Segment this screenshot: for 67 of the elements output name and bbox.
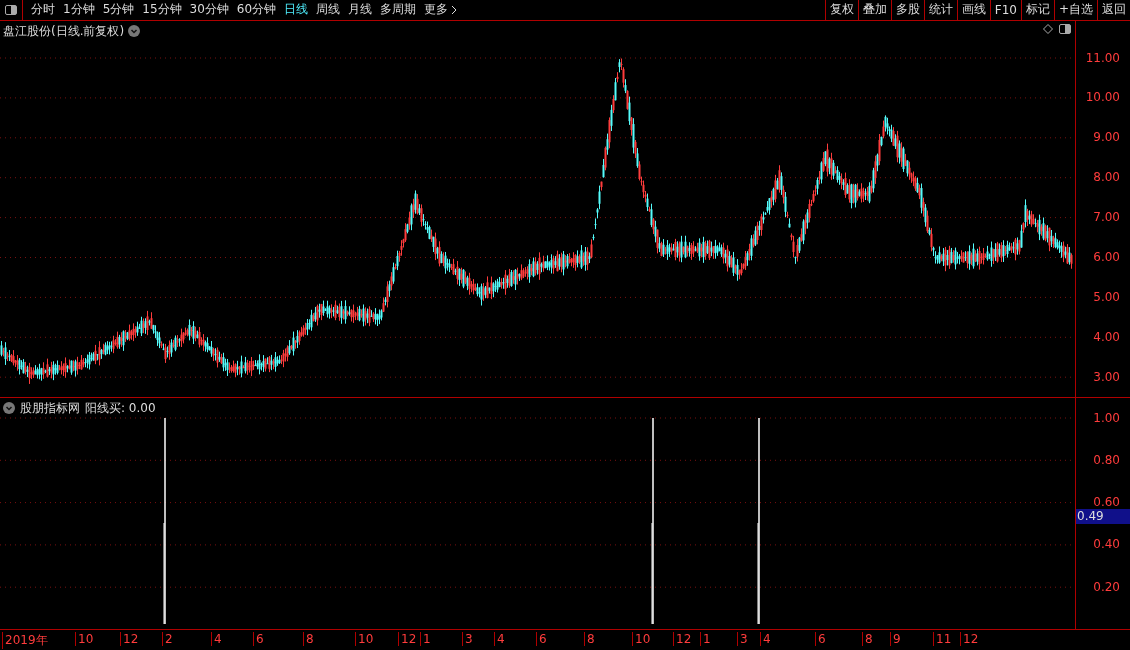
period-tab[interactable]: 月线 xyxy=(344,0,377,20)
toolbar-button[interactable]: F10 xyxy=(989,0,1021,20)
date-label: 4 xyxy=(760,631,771,646)
axis-label: 5.00 xyxy=(1093,289,1120,304)
date-label: 6 xyxy=(536,631,547,646)
axis-label: 0.60 xyxy=(1093,495,1120,510)
toolbar-button[interactable]: 画线 xyxy=(956,0,990,20)
indicator-name: 股朋指标网 xyxy=(20,399,80,417)
axis-label: 11.00 xyxy=(1085,50,1120,65)
date-label: 6 xyxy=(253,631,264,646)
toolbar-button[interactable]: 复权 xyxy=(824,0,858,20)
date-label: 11 xyxy=(933,631,952,646)
date-label: 12 xyxy=(120,631,139,646)
date-label: 10 xyxy=(632,631,651,646)
date-label: 2019年 xyxy=(2,631,48,649)
period-tab[interactable]: 多周期 xyxy=(376,0,421,20)
axis-label: 10.00 xyxy=(1085,90,1120,105)
date-label: 4 xyxy=(494,631,505,646)
toolbar-button[interactable]: +自选 xyxy=(1053,0,1097,20)
toolbar-button[interactable]: 叠加 xyxy=(857,0,891,20)
axis-label: 0.80 xyxy=(1093,452,1120,467)
date-label: 10 xyxy=(355,631,374,646)
period-tab[interactable]: 日线 xyxy=(280,0,313,20)
axis-label: 6.00 xyxy=(1093,250,1120,264)
axis-label: 8.00 xyxy=(1093,170,1120,185)
date-label: 8 xyxy=(862,631,873,646)
period-tab[interactable]: 1分钟 xyxy=(59,0,99,20)
diamond-icon[interactable] xyxy=(1043,23,1053,34)
date-label: 12 xyxy=(960,631,979,646)
toolbar-button[interactable]: 返回 xyxy=(1097,0,1130,20)
axis-label: 4.00 xyxy=(1093,329,1120,344)
axis-label: 0.20 xyxy=(1093,579,1120,594)
date-label: 10 xyxy=(75,631,94,646)
period-tab[interactable]: 60分钟 xyxy=(232,0,281,20)
dropdown-icon[interactable] xyxy=(3,402,15,414)
date-label: 6 xyxy=(815,631,826,646)
indicator-reading: 阳线买: 0.00 xyxy=(85,399,156,417)
date-label: 9 xyxy=(890,631,901,646)
period-tab[interactable]: 30分钟 xyxy=(185,0,233,20)
dropdown-icon[interactable] xyxy=(128,25,141,37)
period-tab[interactable]: 5分钟 xyxy=(98,0,139,20)
date-label: 1 xyxy=(700,631,711,646)
date-label: 12 xyxy=(398,631,417,646)
axis-label: 1.00 xyxy=(1093,410,1120,425)
cursor-value-label: 0.49 xyxy=(1076,508,1130,524)
period-tab[interactable]: 更多 xyxy=(420,0,462,20)
period-tab[interactable]: 周线 xyxy=(312,0,345,20)
date-label: 8 xyxy=(584,631,595,646)
date-label: 4 xyxy=(211,631,222,646)
panel-toggle-icon[interactable] xyxy=(1059,23,1071,34)
axis-label: 3.00 xyxy=(1093,369,1120,384)
chevron-right-icon xyxy=(451,4,458,15)
date-label: 1 xyxy=(420,631,431,646)
date-label: 12 xyxy=(673,631,692,646)
period-tab[interactable]: 分时 xyxy=(27,0,59,20)
date-label: 3 xyxy=(462,631,473,646)
period-tab[interactable]: 15分钟 xyxy=(138,0,186,20)
axis-label: 7.00 xyxy=(1093,210,1120,225)
toolbar-button[interactable]: 多股 xyxy=(890,0,924,20)
toolbar-button[interactable]: 标记 xyxy=(1020,0,1054,20)
axis-label: 0.40 xyxy=(1093,537,1120,552)
date-label: 3 xyxy=(737,631,748,646)
chart-title: 盘江股份(日线.前复权) xyxy=(3,22,125,40)
date-label: 2 xyxy=(162,631,173,646)
date-label: 8 xyxy=(303,631,314,646)
axis-label: 9.00 xyxy=(1093,130,1120,145)
toolbar-button[interactable]: 统计 xyxy=(923,0,957,20)
